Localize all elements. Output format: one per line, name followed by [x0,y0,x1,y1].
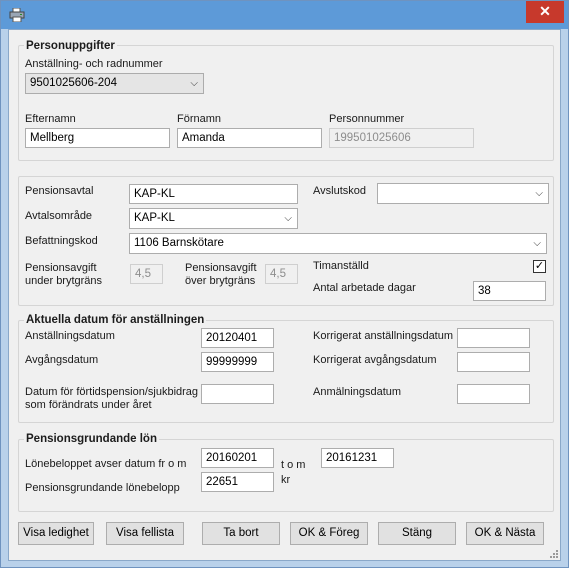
pensionsavtal-field[interactable]: KAP-KL [129,184,298,204]
personnummer-label: Personnummer [329,113,405,125]
close-icon[interactable]: ✕ [526,1,564,23]
korr-avg-label: Korrigerat avgångsdatum [313,354,437,366]
visa-ledighet-button[interactable]: Visa ledighet [18,522,94,545]
arbetsdagar-label: Antal arbetade dagar [313,282,416,294]
befattningskod-label: Befattningskod [25,235,98,247]
pensionsavtal-label: Pensionsavtal [25,185,94,197]
chevron-down-icon: ⌵ [284,213,292,224]
korr-anst-label: Korrigerat anställningsdatum [313,330,454,342]
avslutskod-select[interactable]: ⌵ [377,183,549,204]
visa-fellista-button[interactable]: Visa fellista [106,522,184,545]
datum-from-label: Lönebeloppet avser datum fr o m [25,458,187,470]
anstallningsdatum-field[interactable]: 20120401 [201,328,274,348]
printer-icon [9,8,25,22]
anstallning-select[interactable]: 9501025606-204 ⌵ [25,73,204,94]
chevron-down-icon: ⌵ [190,78,198,89]
anstallning-value: 9501025606-204 [30,77,117,89]
kr-label: kr [281,474,291,486]
korr-anst-field[interactable] [457,328,530,348]
fornamn-label: Förnamn [177,113,222,125]
anstallningsdatum-label: Anställningsdatum [25,330,115,342]
belopp-field[interactable]: 22651 [201,472,274,492]
tom-label: t o m [281,459,306,471]
stang-button[interactable]: Stäng [378,522,456,545]
datum-tom-field[interactable]: 20161231 [321,448,394,468]
fortidspension-field[interactable] [201,384,274,404]
avtalsomrade-label: Avtalsområde [25,210,93,222]
korr-avg-field[interactable] [457,352,530,372]
efternamn-label: Efternamn [25,113,76,125]
avgangsdatum-label: Avgångsdatum [25,354,99,366]
anmalningsdatum-label: Anmälningsdatum [313,386,402,398]
avtalsomrade-select[interactable]: KAP-KL ⌵ [129,208,298,229]
ok-nasta-button[interactable]: OK & Nästa [466,522,544,545]
avgift-over-field[interactable]: 4,5 [265,264,298,284]
title-bar[interactable]: ✕ [1,1,568,29]
fortidspension-label: Datum för förtidspension/sjukbidrag som … [25,386,199,411]
datum-from-field[interactable]: 20160201 [201,448,274,468]
anmalningsdatum-field[interactable] [457,384,530,404]
avgift-over-label: Pensionsavgift över brytgräns [185,262,257,287]
avtalsomrade-value: KAP-KL [134,212,175,224]
chevron-down-icon: ⌵ [533,238,541,249]
fornamn-field[interactable]: Amanda [177,128,322,148]
personnummer-field[interactable]: 199501025606 [329,128,474,148]
avslutskod-label: Avslutskod [313,185,366,197]
lon-title: Pensionsgrundande lön [24,433,159,445]
avgangsdatum-field[interactable]: 99999999 [201,352,274,372]
dialog-client-area: Personuppgifter Anställning- och radnumm… [8,29,561,561]
timanstalld-checkbox[interactable]: ✓ [533,260,546,273]
personuppgifter-title: Personuppgifter [24,40,117,52]
datum-title: Aktuella datum för anställningen [24,314,207,326]
ta-bort-button[interactable]: Ta bort [202,522,280,545]
avgift-under-field[interactable]: 4,5 [130,264,163,284]
arbetsdagar-field[interactable]: 38 [473,281,546,301]
avgift-under-label: Pensionsavgift under brytgräns [25,262,103,287]
befattningskod-select[interactable]: 1106 Barnskötare ⌵ [129,233,547,254]
ok-foreg-button[interactable]: OK & Föreg [290,522,368,545]
timanstalld-label: Timanställd [313,260,369,272]
chevron-down-icon: ⌵ [535,188,543,199]
belopp-label: Pensionsgrundande lönebelopp [25,482,180,494]
efternamn-field[interactable]: Mellberg [25,128,170,148]
befattningskod-value: 1106 Barnskötare [134,237,224,249]
dialog-window: ✕ Personuppgifter Anställning- och radnu… [0,0,569,568]
resize-grip-icon[interactable] [548,548,558,558]
anstallning-label: Anställning- och radnummer [25,58,163,70]
